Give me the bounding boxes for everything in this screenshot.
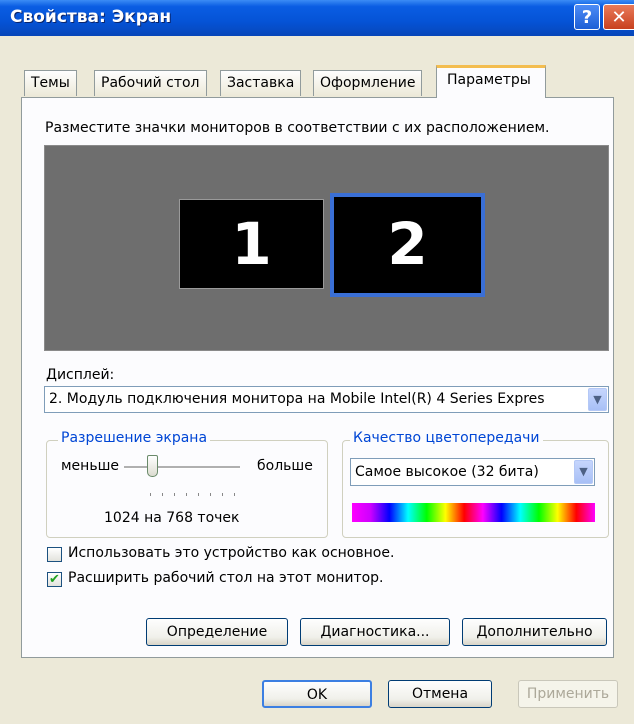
color-quality-group	[342, 440, 609, 538]
resolution-group-title: Разрешение экрана	[58, 430, 211, 446]
slider-tick	[162, 493, 163, 496]
slider-tick	[222, 493, 223, 496]
apply-button[interactable]: Применить	[518, 680, 618, 708]
primary-device-checkbox[interactable]	[47, 547, 62, 562]
slider-tick	[150, 493, 151, 496]
display-properties-window: Свойства: Экран ? ✕ Темы Рабочий стол За…	[0, 0, 634, 724]
instruction-text: Разместите значки мониторов в соответств…	[45, 120, 550, 136]
slider-tick	[186, 493, 187, 496]
extend-desktop-label[interactable]: Расширить рабочий стол на этот монитор.	[68, 570, 384, 586]
slider-tick	[234, 493, 235, 496]
color-preview-bar	[352, 503, 595, 522]
monitor-1-icon[interactable]: 1	[179, 199, 324, 289]
tab-settings[interactable]: Параметры	[436, 65, 546, 98]
tab-desktop[interactable]: Рабочий стол	[94, 70, 207, 96]
troubleshoot-button[interactable]: Диагностика...	[300, 618, 450, 646]
cancel-button[interactable]: Отмена	[388, 680, 492, 708]
tab-appearance[interactable]: Оформление	[313, 70, 423, 96]
display-label: Дисплей:	[46, 367, 115, 383]
chevron-down-icon[interactable]: ▼	[574, 460, 593, 484]
slider-tick	[198, 493, 199, 496]
color-quality-select[interactable]: Самое высокое (32 бита) ▼	[350, 458, 595, 486]
resolution-slider-track[interactable]	[124, 466, 240, 469]
display-select[interactable]: 2. Модуль подключения монитора на Mobile…	[44, 386, 609, 413]
primary-device-label[interactable]: Использовать это устройство как основное…	[68, 545, 394, 561]
slider-tick	[174, 493, 175, 496]
resolution-value: 1024 на 768 точек	[104, 510, 240, 526]
color-quality-group-title: Качество цветопередачи	[350, 430, 543, 446]
monitor-2-icon[interactable]: 2	[330, 193, 485, 297]
tab-screensaver[interactable]: Заставка	[220, 70, 302, 96]
ok-button[interactable]: OK	[262, 680, 372, 708]
slider-tick	[210, 493, 211, 496]
display-select-value: 2. Модуль подключения монитора на Mobile…	[49, 391, 545, 407]
help-button[interactable]: ?	[574, 4, 600, 30]
tab-themes[interactable]: Темы	[24, 70, 77, 96]
color-quality-select-value: Самое высокое (32 бита)	[355, 464, 539, 480]
close-button[interactable]: ✕	[603, 4, 634, 30]
monitor-arrangement-area[interactable]	[44, 145, 609, 351]
chevron-down-icon[interactable]: ▼	[588, 388, 607, 411]
less-label: меньше	[61, 458, 120, 474]
window-title: Свойства: Экран	[10, 7, 172, 27]
title-bar[interactable]: Свойства: Экран ? ✕	[0, 0, 634, 36]
resolution-slider-thumb[interactable]	[147, 455, 158, 477]
more-label: больше	[257, 458, 313, 474]
advanced-button[interactable]: Дополнительно	[462, 618, 607, 646]
extend-desktop-checkbox[interactable]: ✔	[47, 572, 62, 587]
identify-button[interactable]: Определение	[146, 618, 288, 646]
